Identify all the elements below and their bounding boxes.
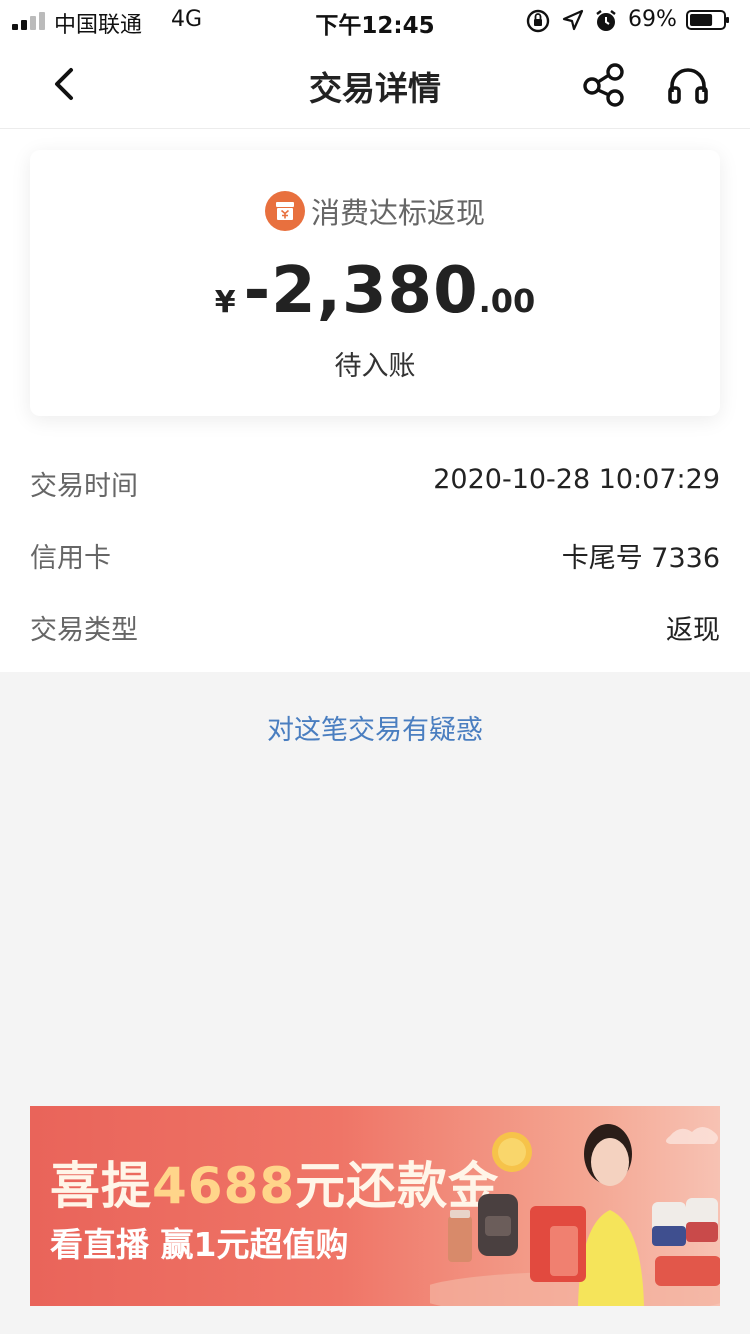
status-icons bbox=[526, 9, 616, 33]
detail-row-card: 信用卡 卡尾号 7336 bbox=[30, 536, 720, 576]
backpack-icon bbox=[478, 1194, 518, 1256]
promo-banner[interactable]: 喜提4688元还款金 看直播 赢1元超值购 bbox=[30, 1106, 720, 1306]
detail-value: 2020-10-28 10:07:29 bbox=[433, 464, 720, 495]
detail-row-time: 交易时间 2020-10-28 10:07:29 bbox=[30, 464, 720, 504]
gift-box-icon bbox=[264, 191, 305, 231]
banner-title-amount: 4688 bbox=[152, 1157, 296, 1215]
detail-row-type: 交易类型 返现 bbox=[30, 608, 720, 648]
category-row: 消费达标返现 bbox=[30, 190, 720, 232]
detail-label: 信用卡 bbox=[30, 543, 111, 574]
share-icon[interactable] bbox=[580, 60, 628, 108]
red-envelope-icon bbox=[530, 1206, 586, 1282]
category-label: 消费达标返现 bbox=[310, 196, 485, 230]
headset-icon[interactable] bbox=[664, 60, 712, 108]
banner-title-prefix: 喜提 bbox=[50, 1157, 152, 1215]
banner-subtitle: 看直播 赢1元超值购 bbox=[50, 1225, 349, 1264]
banner-illustration bbox=[430, 1124, 720, 1306]
amount-decimal: .00 bbox=[478, 282, 536, 320]
handbag-icon bbox=[652, 1198, 718, 1246]
location-icon bbox=[562, 9, 584, 31]
alarm-icon bbox=[596, 10, 616, 31]
posting-status: 待入账 bbox=[334, 351, 416, 382]
detail-value: 返现 bbox=[666, 615, 720, 646]
detail-label: 交易时间 bbox=[30, 471, 138, 502]
transaction-doubt-link[interactable]: 对这笔交易有疑惑 bbox=[0, 708, 750, 747]
cup-icon bbox=[448, 1210, 472, 1262]
detail-value: 卡尾号 7336 bbox=[561, 543, 720, 574]
nav-bar: 交易详情 bbox=[0, 40, 750, 129]
currency-symbol: ¥ bbox=[214, 285, 236, 320]
battery-percent: 69% bbox=[628, 7, 677, 32]
page-title: 交易详情 bbox=[309, 69, 441, 108]
orientation-lock-icon bbox=[526, 9, 550, 33]
battery-icon bbox=[686, 10, 729, 30]
detail-label: 交易类型 bbox=[30, 615, 138, 646]
status-bar: 中国联通 4G 下午12:45 69% bbox=[0, 0, 750, 40]
amount: ¥ -2,380.00 bbox=[30, 254, 720, 328]
summary-card: 消费达标返现 ¥ -2,380.00 待入账 bbox=[30, 150, 720, 416]
amount-integer: -2,380 bbox=[243, 254, 479, 328]
presenter-figure bbox=[578, 1124, 644, 1306]
